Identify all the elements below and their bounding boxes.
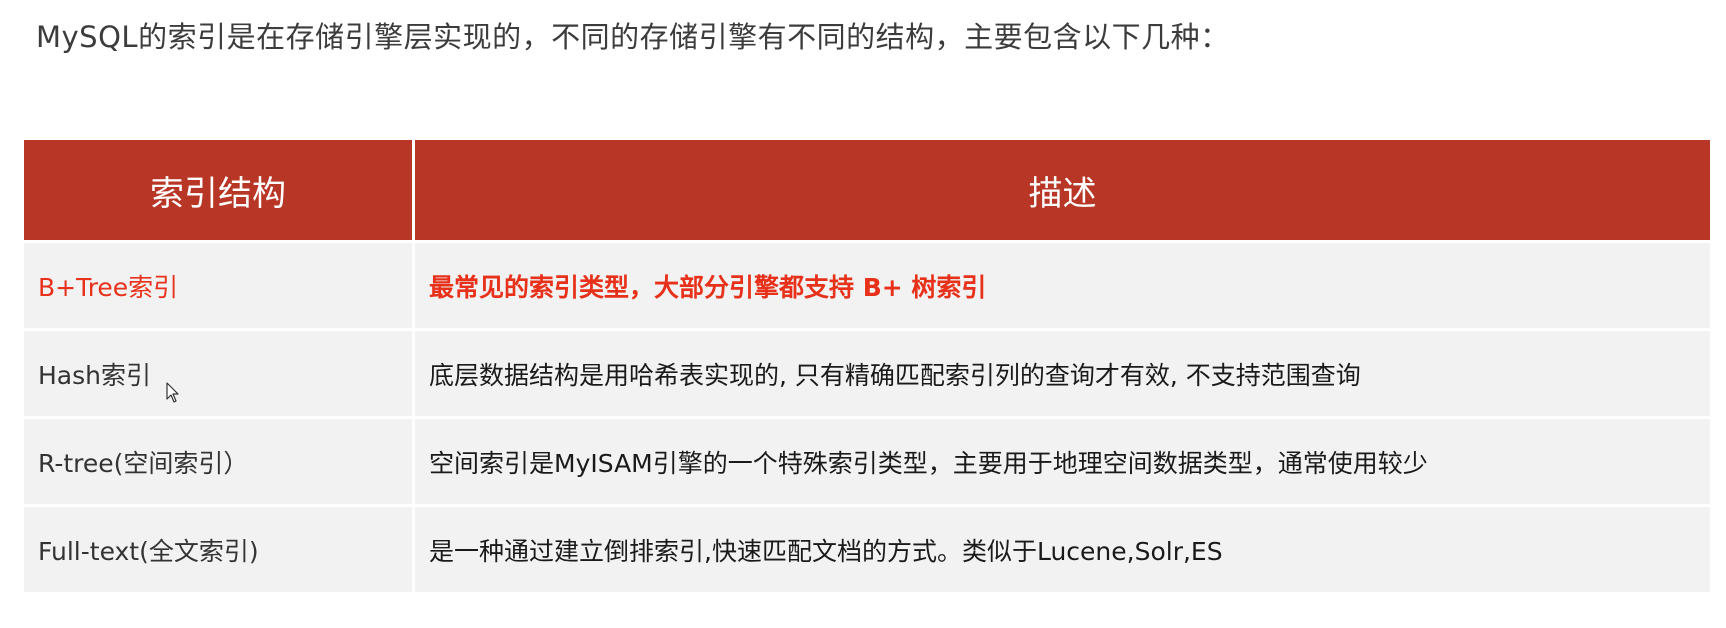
table-row: Full-text(全文索引) 是一种通过建立倒排索引,快速匹配文档的方式。类似… — [24, 504, 1710, 592]
header-structure: 索引结构 — [24, 140, 412, 240]
cell-structure: B+Tree索引 — [24, 240, 412, 328]
intro-text: MySQL的索引是在存储引擎层实现的，不同的存储引擎有不同的结构，主要包含以下几… — [36, 20, 1230, 54]
table-row: R-tree(空间索引） 空间索引是MyISAM引擎的一个特殊索引类型，主要用于… — [24, 416, 1710, 504]
cell-description: 底层数据结构是用哈希表实现的, 只有精确匹配索引列的查询才有效, 不支持范围查询 — [412, 328, 1710, 416]
mouse-cursor-icon — [166, 382, 179, 403]
cell-description: 是一种通过建立倒排索引,快速匹配文档的方式。类似于Lucene,Solr,ES — [412, 504, 1710, 592]
table-header-row: 索引结构 描述 — [24, 140, 1710, 240]
table-row: B+Tree索引 最常见的索引类型，大部分引擎都支持 B+ 树索引 — [24, 240, 1710, 328]
table-row: Hash索引 底层数据结构是用哈希表实现的, 只有精确匹配索引列的查询才有效, … — [24, 328, 1710, 416]
cell-structure: Full-text(全文索引) — [24, 504, 412, 592]
cell-structure: Hash索引 — [24, 328, 412, 416]
index-structure-table: 索引结构 描述 B+Tree索引 最常见的索引类型，大部分引擎都支持 B+ 树索… — [24, 140, 1710, 592]
cell-description: 最常见的索引类型，大部分引擎都支持 B+ 树索引 — [412, 240, 1710, 328]
cell-structure: R-tree(空间索引） — [24, 416, 412, 504]
cell-description: 空间索引是MyISAM引擎的一个特殊索引类型，主要用于地理空间数据类型，通常使用… — [412, 416, 1710, 504]
header-description: 描述 — [412, 140, 1710, 240]
